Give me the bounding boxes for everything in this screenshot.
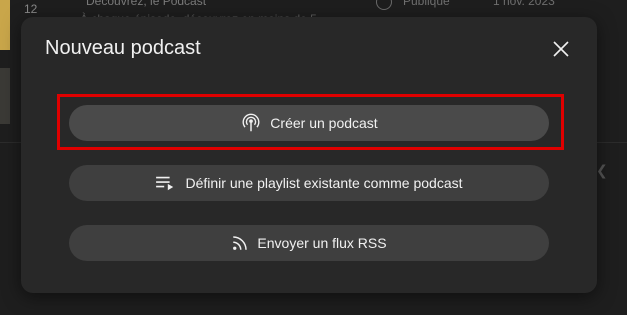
new-podcast-dialog: Nouveau podcast Créer un podcast Définir…: [21, 17, 597, 293]
podcast-icon: [240, 112, 262, 134]
rss-icon: [231, 234, 249, 252]
playlist-play-icon: [155, 174, 177, 192]
episode-number: 12: [24, 2, 38, 16]
close-icon: [553, 41, 569, 57]
video-title: Découvrez, le Podcast: [86, 0, 207, 8]
submit-rss-feed-button[interactable]: Envoyer un flux RSS: [69, 225, 549, 261]
create-podcast-button[interactable]: Créer un podcast: [69, 105, 549, 141]
chevron-left-icon[interactable]: ❮: [596, 162, 608, 179]
globe-icon: [376, 0, 392, 10]
set-playlist-label: Définir une playlist existante comme pod…: [185, 175, 463, 191]
date-label: 1 nov. 2023: [493, 0, 555, 8]
dialog-title: Nouveau podcast: [45, 37, 201, 59]
video-thumbnail: [0, 0, 10, 50]
close-button[interactable]: [549, 37, 573, 61]
submit-rss-label: Envoyer un flux RSS: [257, 235, 387, 251]
visibility-label: Publique: [403, 0, 450, 8]
set-playlist-as-podcast-button[interactable]: Définir une playlist existante comme pod…: [69, 165, 549, 201]
video-thumbnail: [0, 68, 10, 124]
create-podcast-label: Créer un podcast: [270, 115, 378, 131]
